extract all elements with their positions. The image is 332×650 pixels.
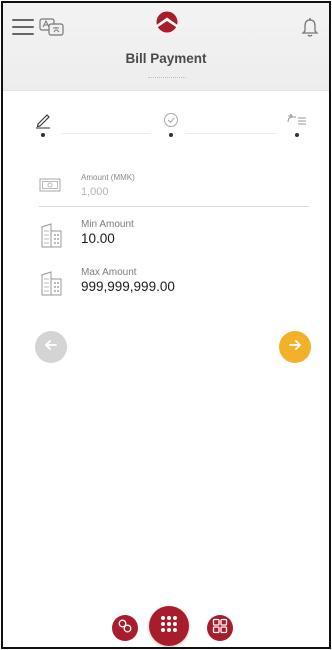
step-confirm [158,111,184,151]
arrow-right-icon [287,337,303,358]
stepper-line [61,133,151,134]
amount-input[interactable] [81,184,281,200]
stepper-line [185,133,277,134]
qr-button[interactable] [207,615,233,641]
main-menu-button[interactable] [149,606,189,646]
step-edit [30,111,56,151]
next-button[interactable] [279,331,311,363]
amount-label: Amount (MMK) [81,173,135,182]
language-icon[interactable] [39,16,65,38]
edit-step-icon [30,111,56,129]
transfer-button[interactable] [112,615,138,641]
max-amount-row: Max Amount 999,999,999.00 [39,267,299,307]
min-amount-icon [39,223,65,251]
max-amount-icon [39,271,65,299]
step-dot [169,133,173,137]
max-amount-value: 999,999,999.00 [81,279,175,294]
step-dot [295,133,299,137]
max-amount-label: Max Amount [81,267,137,278]
min-amount-value: 10.00 [81,231,115,246]
app-header: Bill Payment [3,3,329,91]
title-divider [148,77,186,79]
arrow-left-icon [43,337,59,358]
bank-logo [155,11,179,33]
cash-icon [39,177,61,193]
page-title: Bill Payment [125,51,207,66]
step-dot [41,133,45,137]
progress-stepper [3,111,329,151]
menu-icon[interactable] [12,19,34,35]
back-button[interactable] [35,331,67,363]
confirm-step-icon [158,111,184,129]
app-screen: Bill Payment Amount (MMK) 1,000 Min Amou… [1,1,331,649]
qr-icon [212,618,228,639]
complete-step-icon [284,111,310,129]
home-indicator [129,647,209,649]
exchange-icon [117,618,133,639]
bell-icon[interactable] [301,17,319,39]
min-amount-row: Min Amount 10.00 [39,219,299,259]
apps-grid-icon [159,614,179,639]
min-amount-label: Min Amount [81,219,134,230]
amount-field[interactable]: Amount (MMK) [39,171,309,207]
step-complete [284,111,310,151]
